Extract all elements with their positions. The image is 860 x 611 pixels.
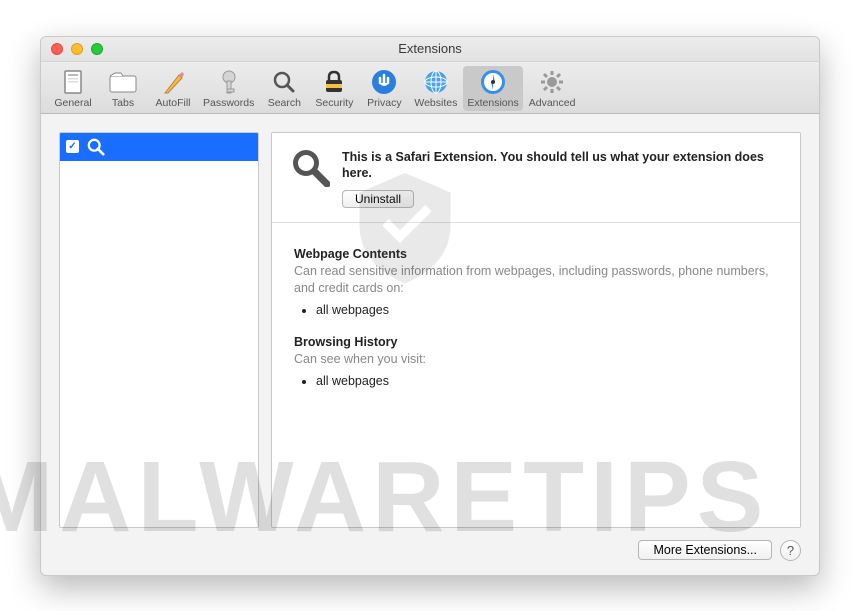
security-icon — [319, 68, 349, 96]
tab-label: Privacy — [367, 97, 401, 109]
tab-label: Passwords — [203, 97, 254, 109]
extension-detail-pane: This is a Safari Extension. You should t… — [271, 132, 801, 528]
extension-item-icon — [87, 138, 105, 156]
tab-websites[interactable]: Websites — [410, 66, 461, 111]
tab-tabs[interactable]: Tabs — [99, 66, 147, 111]
permission-title: Webpage Contents — [294, 247, 778, 261]
traffic-lights — [51, 43, 103, 55]
permissions-section: Webpage Contents Can read sensitive info… — [272, 223, 800, 416]
extensions-icon — [478, 68, 508, 96]
tab-privacy[interactable]: Privacy — [360, 66, 408, 111]
tab-label: Extensions — [467, 97, 518, 109]
permission-list: all webpages — [316, 303, 778, 317]
help-button[interactable]: ? — [780, 540, 801, 561]
tab-label: Advanced — [529, 97, 576, 109]
extension-list-item[interactable]: ✓ — [60, 133, 258, 161]
extension-description: This is a Safari Extension. You should t… — [342, 149, 784, 183]
window-footer: More Extensions... ? — [41, 540, 819, 575]
tab-label: Websites — [414, 97, 457, 109]
general-icon — [58, 68, 88, 96]
tab-security[interactable]: Security — [310, 66, 358, 111]
uninstall-button[interactable]: Uninstall — [342, 190, 414, 208]
tabs-icon — [108, 68, 138, 96]
tab-passwords[interactable]: Passwords — [199, 66, 258, 111]
titlebar: Extensions — [41, 37, 819, 62]
tab-autofill[interactable]: AutoFill — [149, 66, 197, 111]
content-area: ✓ This is a Safari Extension. You should… — [41, 114, 819, 540]
window-title: Extensions — [41, 41, 819, 56]
preferences-toolbar: General Tabs AutoFill Passwords Search — [41, 62, 819, 114]
tab-general[interactable]: General — [49, 66, 97, 111]
websites-icon — [421, 68, 451, 96]
tab-label: Security — [315, 97, 353, 109]
advanced-icon — [537, 68, 567, 96]
more-extensions-button[interactable]: More Extensions... — [638, 540, 772, 560]
permission-list-item: all webpages — [316, 303, 778, 317]
permission-list: all webpages — [316, 374, 778, 388]
tab-search[interactable]: Search — [260, 66, 308, 111]
extension-large-icon — [288, 145, 330, 187]
permission-title: Browsing History — [294, 335, 778, 349]
permission-description: Can read sensitive information from webp… — [294, 263, 778, 297]
search-icon — [269, 68, 299, 96]
privacy-icon — [369, 68, 399, 96]
preferences-window: Extensions General Tabs AutoFill Passwor… — [40, 36, 820, 576]
tab-label: Search — [268, 97, 301, 109]
permission-list-item: all webpages — [316, 374, 778, 388]
tab-label: Tabs — [112, 97, 134, 109]
permission-description: Can see when you visit: — [294, 351, 778, 368]
tab-label: General — [54, 97, 91, 109]
tab-label: AutoFill — [155, 97, 190, 109]
autofill-icon — [158, 68, 188, 96]
tab-extensions[interactable]: Extensions — [463, 66, 522, 111]
extension-enabled-checkbox[interactable]: ✓ — [66, 140, 79, 153]
tab-advanced[interactable]: Advanced — [525, 66, 580, 111]
zoom-button[interactable] — [91, 43, 103, 55]
extensions-sidebar: ✓ — [59, 132, 259, 528]
extension-header: This is a Safari Extension. You should t… — [272, 133, 800, 224]
passwords-icon — [214, 68, 244, 96]
close-button[interactable] — [51, 43, 63, 55]
minimize-button[interactable] — [71, 43, 83, 55]
